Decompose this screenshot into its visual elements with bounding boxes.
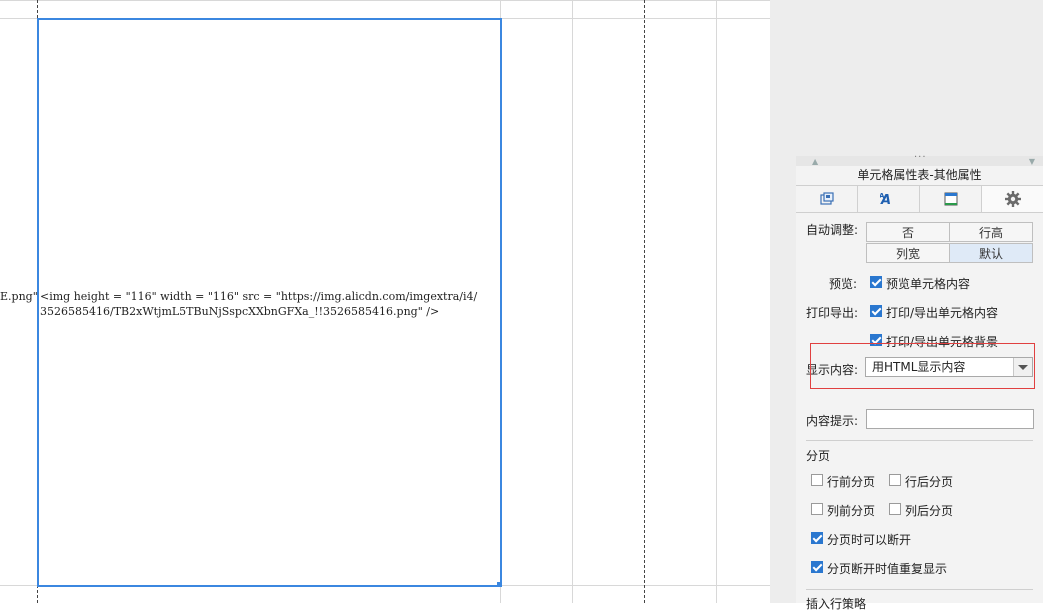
content-hint-label: 内容提示: [806, 414, 859, 428]
col-before-break-checkbox[interactable] [811, 503, 823, 515]
panel-upper-area [796, 0, 1043, 156]
border-icon [944, 192, 957, 206]
panel-title: 单元格属性表-其他属性 [796, 166, 1043, 186]
repeat-on-break-checkbox[interactable] [811, 561, 823, 573]
section-divider [806, 440, 1033, 441]
pagination-heading: 分页 [806, 449, 831, 463]
tab-border[interactable] [920, 186, 982, 212]
auto-adjust-no-button[interactable]: 否 [866, 222, 950, 242]
drag-handle-icon[interactable]: ··· [914, 152, 927, 163]
adjacent-cell-text: E.png" [0, 290, 38, 303]
tab-font[interactable]: A A [858, 186, 920, 212]
break-allowed-checkbox[interactable] [811, 532, 823, 544]
auto-adjust-default-button[interactable]: 默认 [949, 243, 1033, 263]
highlight-annotation [810, 343, 1035, 389]
row-before-break-label: 行前分页 [827, 475, 876, 489]
auto-adjust-col-width-button[interactable]: 列宽 [866, 243, 950, 263]
cell-content-line: <img height = "116" width = "116" src = … [40, 290, 478, 303]
row-before-break-checkbox[interactable] [811, 474, 823, 486]
svg-text:A: A [880, 192, 885, 200]
section-divider [806, 589, 1033, 590]
print-content-checkbox-label: 打印/导出单元格内容 [886, 306, 999, 320]
collapse-up-icon[interactable]: ▲ [812, 157, 818, 166]
preview-label: 预览: [829, 277, 858, 291]
row-gridline [0, 0, 770, 1]
row-after-break-checkbox[interactable] [889, 474, 901, 486]
auto-adjust-row-height-button[interactable]: 行高 [949, 222, 1033, 242]
spreadsheet-area[interactable]: E.png" <img height = "116" width = "116"… [0, 0, 770, 603]
print-export-label: 打印导出: [806, 306, 859, 320]
col-before-break-label: 列前分页 [827, 504, 876, 518]
style-icon [819, 192, 834, 205]
preview-checkbox[interactable] [870, 276, 882, 288]
repeat-on-break-label: 分页断开时值重复显示 [827, 562, 948, 576]
content-hint-input[interactable] [866, 409, 1034, 429]
cell-content-line: 3526585416/TB2xWtjmL5TBuNjSspcXXbnGFXa_!… [40, 305, 440, 318]
panel-splitter[interactable]: ▲ ··· ▼ [796, 152, 1043, 166]
cell-fill-handle[interactable] [497, 582, 502, 587]
font-icon: A A [880, 192, 891, 207]
insert-row-strategy-heading: 插入行策略 [806, 597, 867, 611]
column-gridline [572, 0, 573, 603]
page-break-line [644, 0, 645, 603]
col-after-break-checkbox[interactable] [889, 503, 901, 515]
break-allowed-label: 分页时可以断开 [827, 533, 912, 547]
auto-adjust-label: 自动调整: [806, 223, 859, 237]
collapse-down-icon[interactable]: ▼ [1029, 157, 1035, 166]
tab-other[interactable] [982, 186, 1043, 212]
preview-checkbox-label: 预览单元格内容 [886, 277, 971, 291]
vertical-scrollbar[interactable] [770, 0, 796, 603]
print-content-checkbox[interactable] [870, 305, 882, 317]
row-after-break-label: 行后分页 [905, 475, 954, 489]
gear-icon [1004, 191, 1021, 207]
property-tabs: A A [796, 186, 1043, 213]
tab-style[interactable] [796, 186, 858, 212]
col-after-break-label: 列后分页 [905, 504, 954, 518]
column-gridline [716, 0, 717, 603]
